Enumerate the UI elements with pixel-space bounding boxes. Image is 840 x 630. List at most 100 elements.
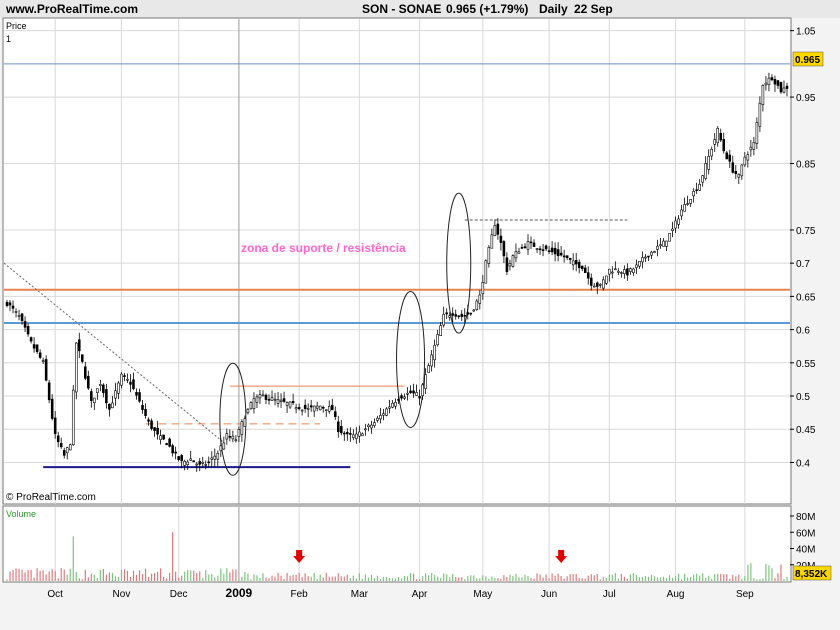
- candle-body-132: [403, 396, 406, 399]
- candle-body-16: [53, 417, 57, 435]
- candle-body-50: [156, 427, 159, 435]
- candle-body-134: [409, 390, 412, 394]
- candle-body-26: [84, 366, 87, 379]
- candle-body-194: [589, 277, 593, 286]
- candle-body-246: [746, 154, 750, 161]
- candle-body-95: [291, 401, 295, 404]
- candle-body-247: [749, 146, 753, 151]
- candle-body-212: [644, 256, 647, 259]
- candle-body-119: [364, 428, 367, 431]
- candle-body-140: [427, 365, 430, 373]
- candle-body-113: [346, 431, 349, 435]
- candle-body-109: [333, 411, 337, 417]
- candle-body-165: [502, 241, 506, 257]
- candle-body-167: [508, 263, 512, 267]
- time-tick-label-9: Jul: [603, 589, 616, 600]
- candle-body-100: [306, 407, 310, 410]
- price-tick-label-1: 0.95: [796, 93, 816, 104]
- candle-22: [71, 385, 75, 446]
- candle-body-232: [704, 163, 707, 179]
- candle-body-75: [231, 435, 235, 440]
- candle-14: [47, 379, 51, 404]
- price-tick-label-3: 0.75: [796, 226, 816, 237]
- candle-body-80: [246, 409, 250, 414]
- candle-body-210: [638, 260, 641, 267]
- candle-body-84: [258, 394, 262, 399]
- candle-body-209: [635, 264, 638, 268]
- time-tick-label-1: Nov: [113, 589, 131, 600]
- candle-body-67: [207, 461, 211, 464]
- candle-body-188: [571, 260, 575, 266]
- candle-body-98: [300, 409, 304, 412]
- time-tick-label-7: May: [473, 589, 492, 600]
- candle-body-176: [535, 248, 539, 250]
- candle-body-256: [776, 80, 780, 86]
- candle-body-62: [192, 460, 196, 463]
- candle-body-78: [240, 421, 244, 435]
- candle-body-170: [517, 251, 521, 254]
- candle-body-85: [261, 394, 265, 397]
- candle-body-234: [710, 149, 713, 157]
- candle-body-195: [592, 285, 596, 288]
- candle-body-6: [23, 321, 27, 328]
- candle-body-94: [288, 401, 292, 408]
- candle-body-250: [758, 102, 762, 127]
- candle-body-121: [370, 424, 373, 429]
- time-tick-label-5: Mar: [351, 589, 369, 600]
- price-tick-label-5: 0.65: [796, 292, 816, 303]
- candle-body-162: [493, 225, 497, 236]
- candle-body-206: [626, 268, 629, 276]
- candle-body-149: [454, 314, 458, 317]
- candle-body-196: [595, 282, 599, 287]
- candle-body-17: [56, 435, 60, 443]
- candle-body-231: [701, 175, 704, 183]
- candle-body-120: [367, 424, 370, 428]
- candle-168: [511, 254, 515, 268]
- candle-body-230: [698, 183, 701, 191]
- candle-159: [484, 259, 488, 284]
- candle-body-58: [180, 455, 183, 462]
- candle-body-89: [273, 398, 277, 401]
- price-tick-label-7: 0.55: [796, 359, 816, 370]
- candle-body-258: [782, 87, 786, 93]
- candle-body-99: [303, 404, 307, 409]
- candle-body-104: [318, 405, 322, 411]
- candle-body-114: [349, 433, 352, 435]
- candle-body-161: [490, 234, 494, 249]
- time-tick-label-2: Dec: [170, 589, 188, 600]
- candle-body-86: [264, 394, 268, 400]
- candle-body-139: [424, 374, 427, 389]
- price-chart[interactable]: 1.05 0.95 0.85 0.75 0.7 0.65 0.6 0.55 0.5 0.45 0.4…: [0, 0, 840, 630]
- price-tick-label-6: 0.6: [796, 326, 810, 337]
- candle-body-136: [415, 392, 418, 396]
- candle-body-25: [81, 354, 84, 362]
- candle-body-90: [276, 399, 280, 404]
- candle-body-1: [8, 302, 12, 306]
- candle-body-11: [38, 352, 42, 358]
- candle-body-189: [574, 259, 578, 265]
- candle-body-249: [755, 122, 759, 144]
- candle-body-123: [376, 417, 379, 421]
- candle-body-227: [689, 199, 692, 204]
- candle-body-81: [249, 402, 253, 410]
- candle-body-213: [647, 255, 650, 258]
- candle-body-10: [35, 344, 39, 352]
- candle-body-218: [662, 240, 665, 247]
- candle-body-70: [216, 452, 220, 460]
- time-axis: Oct Nov Dec 2009 Feb Mar Apr May Jun Jul Aug Sep: [47, 586, 754, 600]
- candle-body-71: [219, 445, 223, 451]
- candle-body-155: [472, 309, 476, 312]
- candle-body-226: [686, 203, 689, 205]
- candle-body-8: [29, 337, 33, 342]
- candle-body-253: [767, 77, 771, 86]
- candle-body-68: [210, 457, 214, 460]
- candle-body-133: [406, 392, 409, 395]
- candle-body-187: [568, 257, 572, 260]
- candle-body-66: [204, 464, 208, 466]
- candle-body-160: [487, 247, 491, 264]
- candle-body-198: [602, 279, 605, 289]
- candle-62: [192, 460, 196, 463]
- candle-220: [668, 233, 671, 242]
- candle-body-146: [445, 312, 448, 315]
- candle-257: [779, 81, 783, 94]
